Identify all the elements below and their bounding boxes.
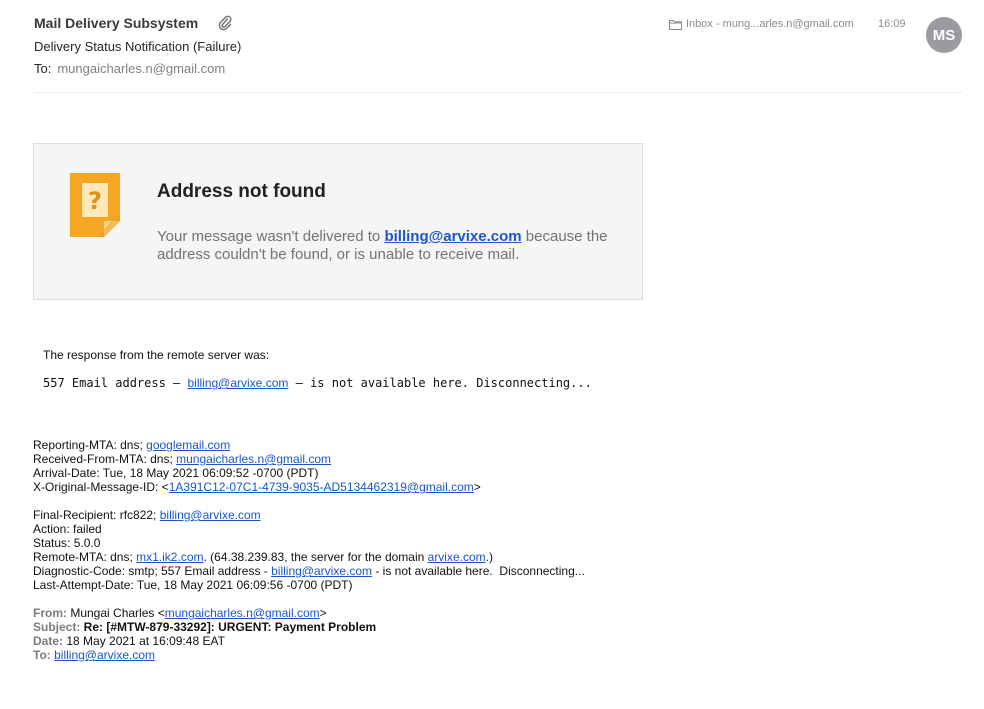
final-recipient: Final-Recipient: rfc822; billing@arvixe.…	[33, 508, 585, 522]
delivery-failure-notice: ? Address not found Your message wasn't …	[33, 143, 643, 300]
response-suffix: – is not available here. Disconnecting..…	[288, 376, 592, 390]
last-attempt-date: Last-Attempt-Date: Tue, 18 May 2021 06:0…	[33, 578, 353, 592]
recipient-line: To: mungaicharles.n@gmail.com	[34, 61, 225, 76]
reporting-mta: Reporting-MTA: dns; googlemail.com	[33, 438, 585, 452]
mailbox-location[interactable]: Inbox - mung...arles.n@gmail.com	[669, 18, 854, 30]
remote-mta-link[interactable]: mx1.ik2.com	[136, 550, 203, 564]
paperclip-icon[interactable]	[218, 15, 232, 31]
forwarded-to: To: billing@arvixe.com	[33, 648, 585, 662]
forwarded-from-link[interactable]: mungaicharles.n@gmail.com	[165, 606, 320, 620]
svg-text:?: ?	[88, 187, 102, 215]
status: Status: 5.0.0	[33, 536, 101, 550]
forwarded-from: From: Mungai Charles <mungaicharles.n@gm…	[33, 606, 585, 620]
email-subject: Delivery Status Notification (Failure)	[34, 39, 242, 54]
action: Action: failed	[33, 522, 102, 536]
response-email-link[interactable]: billing@arvixe.com	[188, 376, 289, 390]
remote-mta-end: .)	[485, 550, 493, 564]
sender-name: Mail Delivery Subsystem	[34, 15, 199, 31]
forwarded-to-label: To:	[33, 648, 51, 662]
final-recipient-link[interactable]: billing@arvixe.com	[160, 508, 261, 522]
forwarded-to-link[interactable]: billing@arvixe.com	[54, 648, 155, 662]
forwarded-subject-label: Subject:	[33, 620, 81, 634]
diagnostic-label: Diagnostic-Code: smtp; 557 Email address…	[33, 564, 272, 578]
folder-icon	[669, 19, 682, 30]
avatar[interactable]: MS	[926, 17, 962, 53]
header-divider	[34, 92, 962, 93]
received-from-mta: Received-From-MTA: dns; mungaicharles.n@…	[33, 452, 585, 466]
original-message-id: X-Original-Message-ID: <1A391C12-07C1-47…	[33, 480, 585, 494]
remote-mta-mid: . (64.38.239.83, the server for the doma…	[203, 550, 428, 564]
notice-message: Your message wasn't delivered to billing…	[157, 228, 627, 264]
diagnostic-link[interactable]: billing@arvixe.com	[271, 564, 372, 578]
remote-mta-label: Remote-MTA: dns;	[33, 550, 137, 564]
forwarded-date: Date: 18 May 2021 at 16:09:48 EAT	[33, 634, 585, 648]
reporting-mta-label: Reporting-MTA: dns;	[33, 438, 147, 452]
question-note-icon: ?	[70, 173, 120, 237]
remote-mta: Remote-MTA: dns; mx1.ik2.com. (64.38.239…	[33, 550, 585, 564]
mailbox-label: Inbox - mung...arles.n@gmail.com	[686, 18, 854, 30]
to-label: To:	[34, 61, 52, 76]
reporting-mta-link[interactable]: googlemail.com	[146, 438, 230, 452]
received-time: 16:09	[878, 18, 906, 30]
original-id-label: X-Original-Message-ID: <	[33, 480, 169, 494]
forwarded-from-close: >	[319, 606, 327, 620]
notice-text-start: Your message wasn't delivered to	[157, 228, 385, 245]
server-response: 557 Email address – billing@arvixe.com –…	[43, 376, 592, 390]
forwarded-from-label: From:	[33, 606, 67, 620]
to-address[interactable]: mungaicharles.n@gmail.com	[57, 61, 225, 76]
remote-mta-domain-link[interactable]: arvixe.com	[428, 550, 486, 564]
received-from-link[interactable]: mungaicharles.n@gmail.com	[176, 452, 331, 466]
received-from-label: Received-From-MTA: dns;	[33, 452, 177, 466]
final-recipient-label: Final-Recipient: rfc822;	[33, 508, 160, 522]
arrival-date: Arrival-Date: Tue, 18 May 2021 06:09:52 …	[33, 466, 319, 480]
failed-recipient-link[interactable]: billing@arvixe.com	[384, 228, 521, 245]
response-label: The response from the remote server was:	[43, 348, 270, 362]
original-id-close: >	[473, 480, 481, 494]
response-prefix: 557 Email address –	[43, 376, 188, 390]
forwarded-date-value: 18 May 2021 at 16:09:48 EAT	[63, 634, 225, 648]
forwarded-subject: Subject: Re: [#MTW-879-33292]: URGENT: P…	[33, 620, 585, 634]
forwarded-date-label: Date:	[33, 634, 64, 648]
original-id-link[interactable]: 1A391C12-07C1-4739-9035-AD5134462319@gma…	[169, 480, 474, 494]
notice-title: Address not found	[157, 181, 326, 202]
diagnostic-end: - is not available here. Disconnecting..…	[372, 564, 585, 578]
forwarded-from-name: Mungai Charles <	[67, 606, 165, 620]
diagnostic-code: Diagnostic-Code: smtp; 557 Email address…	[33, 564, 585, 578]
delivery-details: Reporting-MTA: dns; googlemail.com Recei…	[33, 438, 585, 662]
forwarded-subject-value: Re: [#MTW-879-33292]: URGENT: Payment Pr…	[80, 620, 377, 634]
